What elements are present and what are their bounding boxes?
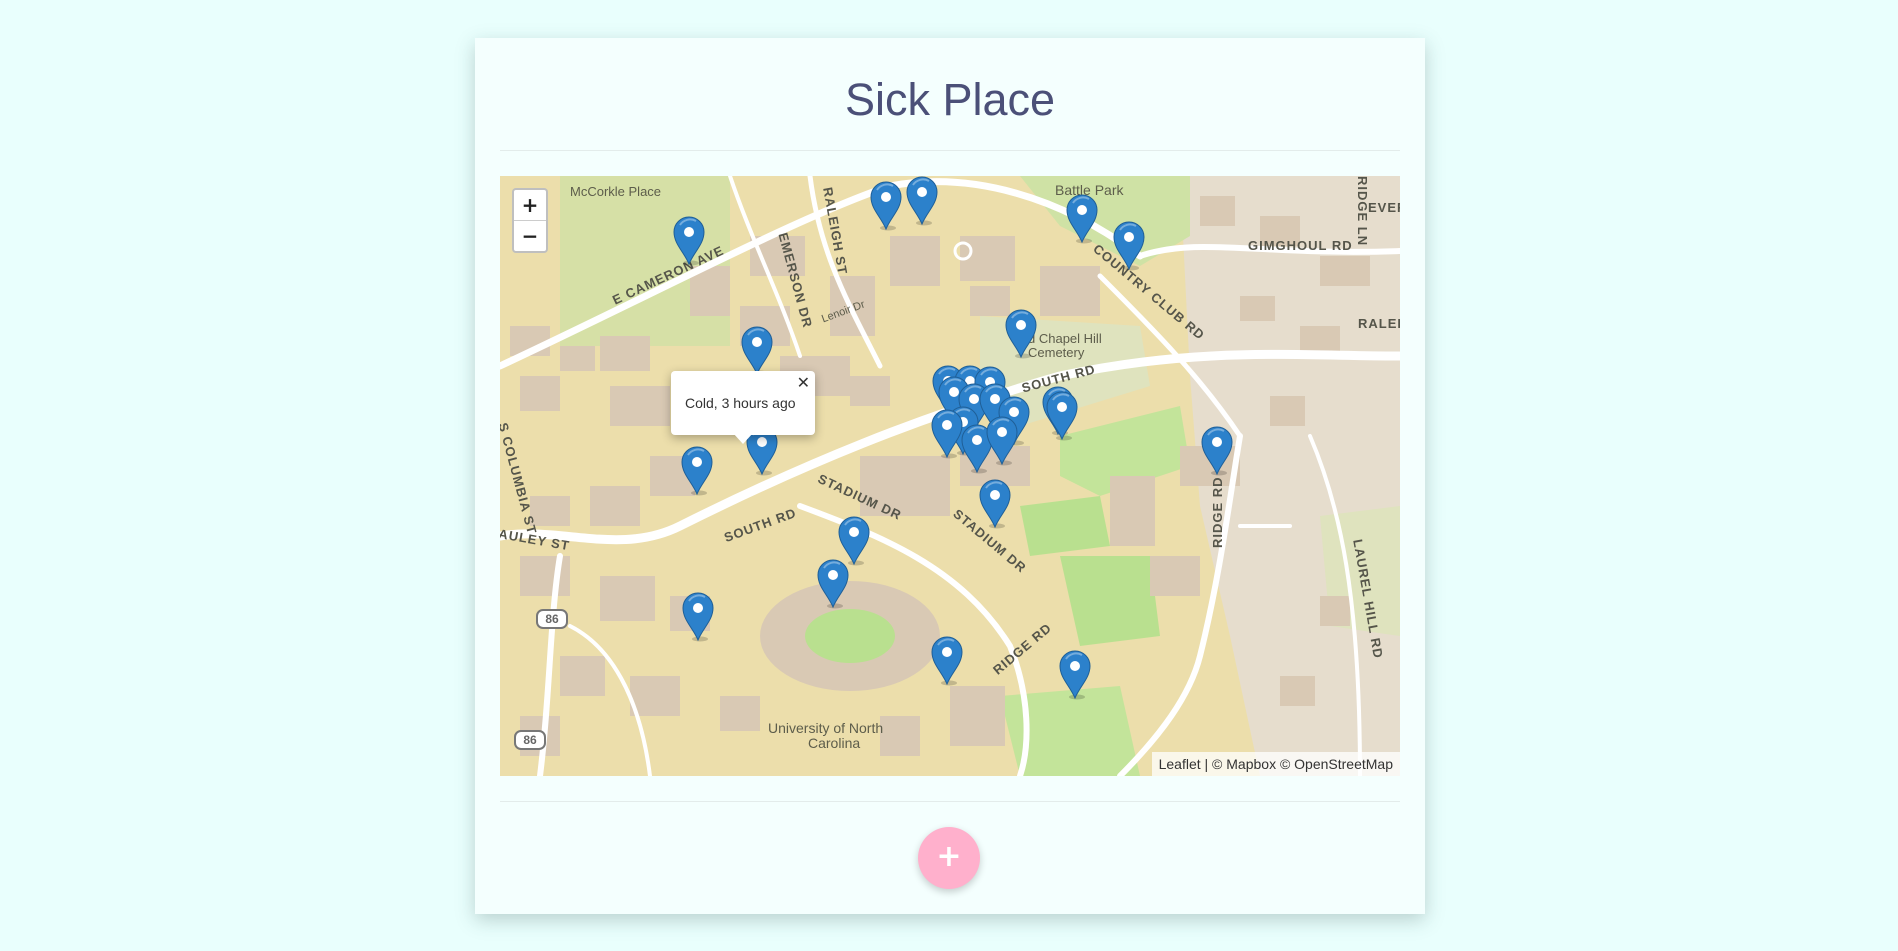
route-shield: 86 xyxy=(514,730,546,750)
map-pin-icon[interactable] xyxy=(978,479,1012,529)
map-pin-icon[interactable] xyxy=(905,176,939,226)
map-pin-icon[interactable] xyxy=(1112,221,1146,271)
map-pin-icon[interactable] xyxy=(1065,194,1099,244)
zoom-control: + − xyxy=(512,188,548,253)
page-title: Sick Place xyxy=(844,74,1056,125)
popup-close-button[interactable]: ✕ xyxy=(797,373,810,392)
map-pin-icon[interactable] xyxy=(740,326,774,376)
map-pin-icon[interactable] xyxy=(1004,309,1038,359)
add-report-button[interactable]: + xyxy=(918,827,980,889)
map-pin-icon[interactable] xyxy=(930,636,964,686)
divider xyxy=(500,801,1400,802)
map-pin-icon[interactable] xyxy=(672,216,706,266)
map-pin-icon[interactable] xyxy=(1200,426,1234,476)
map-attribution[interactable]: Leaflet | © Mapbox © OpenStreetMap xyxy=(1151,752,1400,776)
map-label: Carolina xyxy=(808,735,861,751)
popup-text: Cold, 3 hours ago xyxy=(685,395,796,411)
map-label: University of North xyxy=(768,720,884,736)
map-pin-icon[interactable] xyxy=(681,592,715,642)
popup-tip xyxy=(733,433,753,444)
marker-popup: ✕ Cold, 3 hours ago xyxy=(671,371,815,444)
street-label: EVER xyxy=(1368,200,1400,215)
map-pin-icon[interactable] xyxy=(1045,391,1079,441)
street-label: GIMGHOUL RD xyxy=(1248,238,1353,253)
zoom-in-button[interactable]: + xyxy=(514,190,546,221)
map-pin-icon[interactable] xyxy=(985,416,1019,466)
map-pin-icon[interactable] xyxy=(680,446,714,496)
map-pin-icon[interactable] xyxy=(1058,650,1092,700)
map-label: McCorkle Place xyxy=(570,184,662,199)
map-pin-icon[interactable] xyxy=(869,181,903,231)
map-pin-icon[interactable] xyxy=(816,559,850,609)
map-view[interactable]: McCorkle Place Battle Park Old Chapel Hi… xyxy=(500,176,1400,776)
route-shield: 86 xyxy=(536,609,568,629)
map-pin-icon[interactable] xyxy=(930,409,964,459)
divider xyxy=(500,150,1400,151)
street-label: RALEIG xyxy=(1358,316,1400,331)
main-card: Sick Place McCorkle Place Battle Park Ol… xyxy=(475,38,1425,914)
street-label: RIDGE RD xyxy=(1210,476,1225,548)
zoom-out-button[interactable]: − xyxy=(514,221,546,251)
